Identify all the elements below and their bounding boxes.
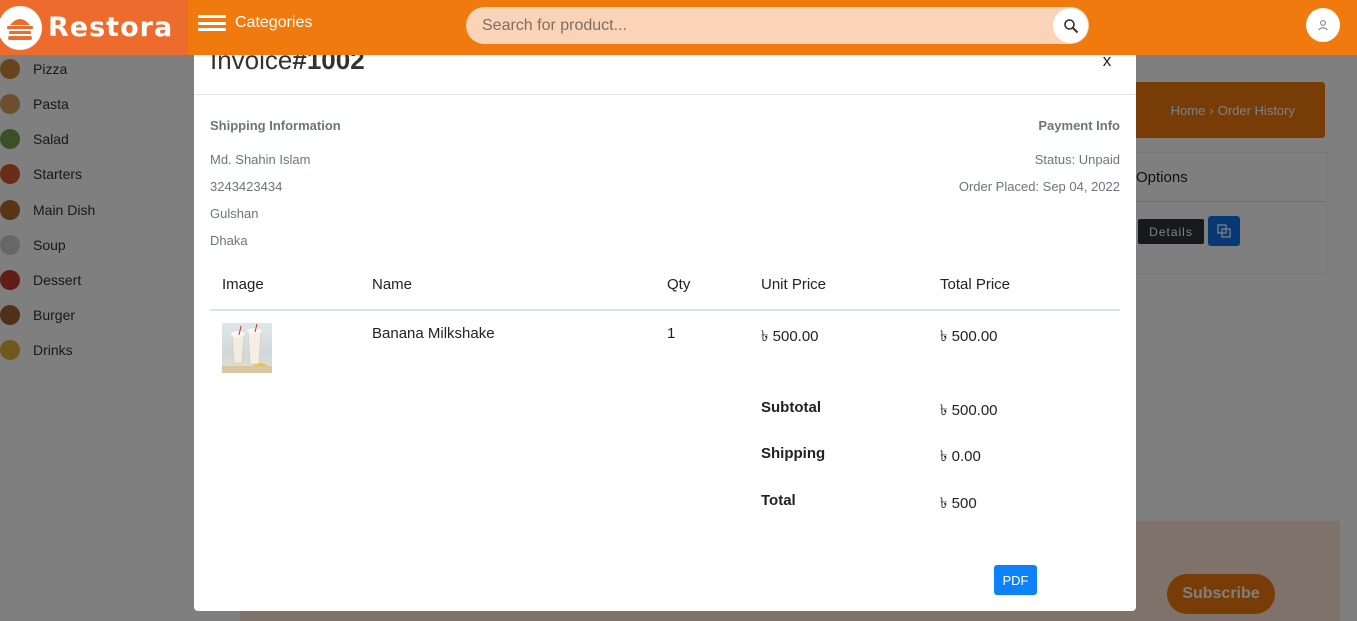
invoice-modal: Invoice#1002 x Shipping Information Md. …: [194, 55, 1136, 611]
total-value: ৳ 500: [940, 495, 977, 512]
search-button[interactable]: [1053, 8, 1088, 43]
shipping-value: ৳ 0.00: [940, 448, 981, 465]
top-navbar: Restora Categories: [0, 0, 1357, 55]
column-header-unit-price: Unit Price: [761, 276, 827, 293]
shipping-label: Shipping: [761, 445, 826, 462]
brand-logo[interactable]: Restora: [0, 0, 188, 55]
search-input[interactable]: [466, 7, 1046, 44]
invoice-number: #1002: [292, 55, 365, 75]
payment-heading: Payment Info: [1038, 118, 1120, 133]
shipping-heading: Shipping Information: [210, 118, 341, 133]
payment-status: Status: Unpaid: [1034, 152, 1120, 167]
user-avatar[interactable]: [1306, 8, 1340, 42]
column-header-image: Image: [222, 276, 264, 293]
search-bar: [466, 7, 1089, 44]
brand-name: Restora: [48, 12, 174, 43]
categories-label: Categories: [235, 14, 313, 31]
item-unit-price: ৳ 500.00: [761, 328, 819, 345]
pdf-button[interactable]: PDF: [994, 565, 1037, 595]
column-header-total-price: Total Price: [940, 276, 1011, 293]
user-icon: [1318, 20, 1328, 31]
table-header-divider: [210, 309, 1120, 311]
column-header-name: Name: [372, 276, 413, 293]
order-placed-date: Order Placed: Sep 04, 2022: [958, 179, 1120, 194]
shipping-city: Dhaka: [210, 233, 248, 248]
column-header-qty: Qty: [667, 276, 691, 293]
modal-title: Invoice#1002: [210, 55, 365, 77]
logo-icon: [0, 5, 42, 50]
divider: [194, 94, 1136, 95]
subtotal-label: Subtotal: [761, 399, 821, 416]
product-image: [222, 323, 272, 373]
subtotal-value: ৳ 500.00: [940, 402, 998, 419]
categories-button[interactable]: Categories: [198, 12, 312, 34]
item-name: Banana Milkshake: [372, 325, 495, 342]
shipping-phone: 3243423434: [210, 179, 283, 194]
close-button[interactable]: x: [1097, 55, 1117, 73]
shipping-name: Md. Shahin Islam: [210, 152, 311, 167]
item-total-price: ৳ 500.00: [940, 328, 998, 345]
invoice-label: Invoice: [210, 55, 293, 75]
hamburger-icon: [198, 15, 226, 31]
item-qty: 1: [667, 325, 676, 342]
total-label: Total: [761, 492, 796, 509]
shipping-area: Gulshan: [210, 206, 259, 221]
search-icon: [1063, 18, 1078, 33]
